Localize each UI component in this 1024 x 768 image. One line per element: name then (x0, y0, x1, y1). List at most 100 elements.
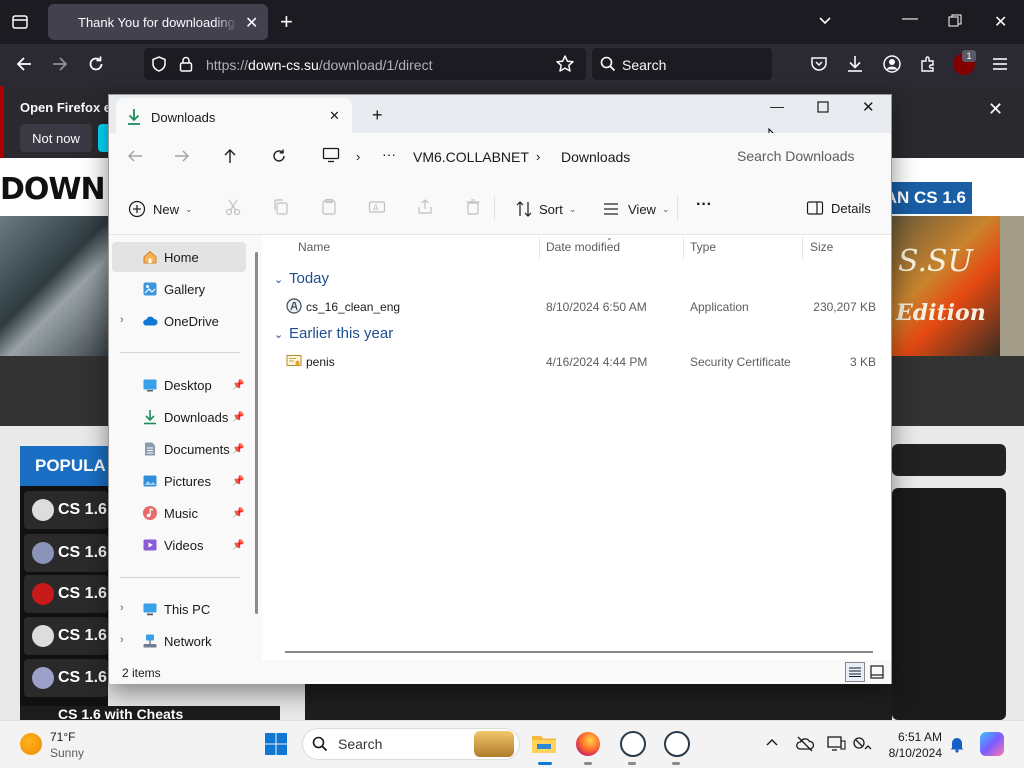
group-header-today[interactable]: Today (289, 270, 329, 287)
explorer-refresh-icon[interactable] (270, 147, 288, 165)
downloads-icon[interactable] (846, 54, 864, 74)
site-logo[interactable]: DOWN (0, 172, 106, 207)
details-view-button[interactable] (845, 662, 865, 682)
nav-item-gallery[interactable]: Gallery (112, 274, 246, 304)
popular-item[interactable]: CS 1.6 (24, 534, 108, 572)
nav-item-videos[interactable]: Videos (112, 530, 246, 560)
counter-strike-taskbar-icon[interactable] (620, 731, 646, 757)
popular-item[interactable]: CS 1.6 (24, 575, 108, 613)
file-name[interactable]: cs_16_clean_eng (306, 300, 400, 314)
details-button[interactable]: Details (806, 200, 871, 216)
nav-item-home[interactable]: Home (112, 242, 246, 272)
hamburger-menu-icon[interactable] (990, 54, 1010, 74)
reload-icon[interactable] (86, 54, 106, 74)
breadcrumb-item-downloads[interactable]: Downloads (561, 149, 630, 165)
file-name[interactable]: penis (306, 355, 335, 369)
pin-icon[interactable]: 📌 (232, 412, 244, 423)
explorer-forward-icon[interactable] (173, 148, 191, 164)
list-all-tabs-icon[interactable] (816, 12, 834, 30)
weather-widget[interactable]: 71°F Sunny (50, 729, 84, 761)
browser-tab-active[interactable]: Thank You for downloading Cou (48, 4, 268, 40)
sun-weather-icon[interactable] (20, 733, 42, 755)
explorer-back-icon[interactable] (126, 148, 144, 164)
bookmark-star-icon[interactable] (555, 54, 575, 74)
large-icons-view-button[interactable] (870, 665, 884, 679)
more-options-button[interactable]: ··· (696, 196, 712, 214)
not-now-button[interactable]: Not now (20, 124, 92, 152)
group-header-earlier-this-year[interactable]: Earlier this year (289, 325, 393, 342)
delete-icon[interactable] (464, 198, 482, 216)
network-status-icon[interactable] (852, 735, 872, 753)
breadcrumb-more[interactable]: ··· (382, 146, 396, 162)
browser-search-bar[interactable] (592, 48, 772, 80)
extensions-icon[interactable] (919, 55, 937, 73)
popular-item[interactable]: CS 1.6 (24, 491, 108, 529)
group-collapse-icon[interactable]: ⌄ (274, 273, 283, 286)
explorer-maximize-button[interactable] (817, 101, 829, 113)
forward-icon[interactable] (50, 54, 70, 74)
explorer-up-icon[interactable] (222, 147, 238, 165)
share-icon[interactable] (416, 198, 434, 216)
breadcrumb-chevron-icon[interactable]: › (356, 149, 360, 164)
notification-bell-icon[interactable] (948, 735, 966, 753)
nav-item-this-pc[interactable]: This PC (112, 594, 246, 624)
nav-item-pictures[interactable]: Pictures (112, 466, 246, 496)
pin-icon[interactable]: 📌 (232, 540, 244, 551)
nav-item-network[interactable]: Network (112, 626, 246, 656)
nav-item-downloads[interactable]: Downloads (112, 402, 246, 432)
notification-close-icon[interactable]: ✕ (988, 99, 1003, 120)
windows-start-icon[interactable] (264, 732, 288, 756)
browser-close-button[interactable]: ✕ (994, 12, 1007, 32)
explorer-close-button[interactable]: ✕ (862, 98, 875, 116)
counter-strike-taskbar-icon[interactable] (664, 731, 690, 757)
column-header-type[interactable]: Type (690, 240, 716, 254)
account-icon[interactable] (882, 54, 902, 74)
explorer-minimize-button[interactable]: — (770, 98, 784, 114)
nav-item-documents[interactable]: Documents (112, 434, 246, 464)
column-header-name[interactable]: Name (298, 240, 330, 254)
column-separator[interactable] (539, 237, 540, 259)
column-separator[interactable] (802, 237, 803, 259)
pocket-icon[interactable] (810, 55, 828, 73)
pin-icon[interactable]: 📌 (232, 380, 244, 391)
column-header-size[interactable]: Size (810, 240, 833, 254)
view-button[interactable]: View ⌄ (602, 200, 670, 218)
column-header-date[interactable]: Date modified (546, 240, 620, 254)
browser-restore-button[interactable] (948, 14, 962, 28)
display-icon[interactable] (826, 735, 846, 753)
file-explorer-taskbar-icon[interactable] (530, 731, 558, 757)
explorer-new-tab-button[interactable]: + (372, 105, 383, 126)
copy-icon[interactable] (272, 198, 290, 216)
pin-icon[interactable]: 📌 (232, 508, 244, 519)
sort-button[interactable]: Sort ⌄ (515, 200, 576, 218)
tab-close-icon[interactable]: ✕ (245, 13, 258, 33)
tracking-protection-icon[interactable] (150, 55, 168, 73)
popular-item-cheats[interactable]: CS 1.6 with Cheats (20, 706, 280, 720)
explorer-tab-close-icon[interactable]: ✕ (329, 108, 340, 124)
group-collapse-icon[interactable]: ⌄ (274, 328, 283, 341)
cut-icon[interactable] (224, 198, 242, 216)
monitor-icon[interactable] (322, 147, 340, 163)
nav-pane-scrollbar[interactable] (255, 252, 258, 614)
nav-item-music[interactable]: Music (112, 498, 246, 528)
breadcrumb-chevron-icon[interactable]: › (536, 149, 540, 164)
copilot-icon[interactable] (980, 732, 1004, 756)
new-tab-button[interactable]: + (280, 9, 293, 35)
firefox-view-icon[interactable] (10, 12, 30, 32)
browser-minimize-button[interactable]: — (902, 10, 918, 28)
clean-cs16-button[interactable]: AN CS 1.6 (878, 182, 972, 214)
new-button[interactable]: New ⌄ (128, 200, 193, 218)
taskbar-clock[interactable]: 6:51 AM 8/10/2024 (880, 729, 942, 761)
pin-icon[interactable]: 📌 (232, 476, 244, 487)
explorer-search-input[interactable]: Search Downloads (724, 139, 884, 173)
column-separator[interactable] (683, 237, 684, 259)
breadcrumb-item-vm6[interactable]: VM6.COLLABNET (413, 149, 529, 165)
popular-item[interactable]: CS 1.6 (24, 617, 108, 655)
nav-item-onedrive[interactable]: OneDrive (112, 306, 246, 336)
url-text[interactable]: https://down-cs.su/download/1/direct (206, 57, 432, 73)
file-list-scrollbar[interactable] (285, 651, 873, 653)
show-hidden-icons-chevron-icon[interactable] (765, 736, 779, 750)
onedrive-offline-icon[interactable] (795, 735, 815, 753)
paste-icon[interactable] (320, 198, 338, 216)
rename-icon[interactable]: A (368, 198, 386, 216)
